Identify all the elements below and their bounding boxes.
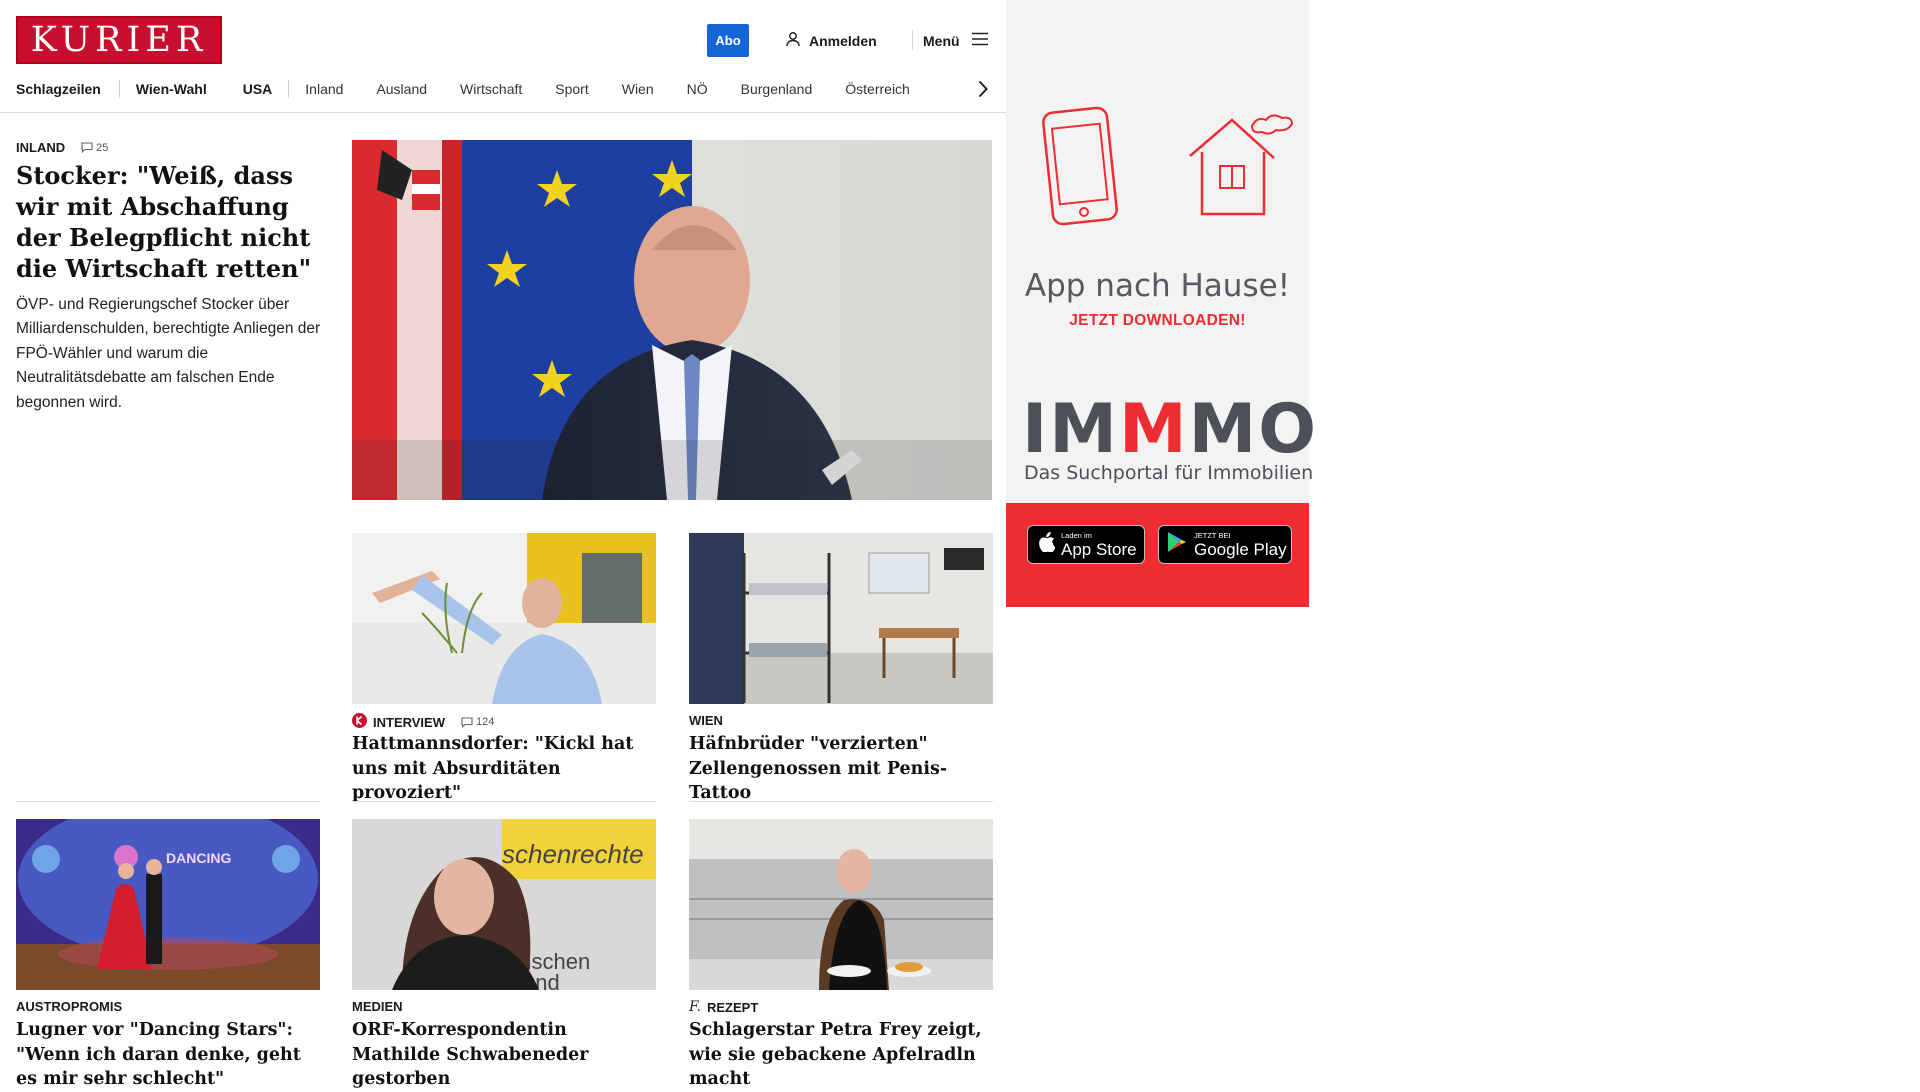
- nav-item-schlagzeilen[interactable]: Schlagzeilen: [16, 81, 101, 97]
- header-divider: [912, 30, 913, 50]
- article-kicker-2: WIEN: [689, 713, 723, 728]
- house-icon: [1182, 106, 1302, 227]
- section-nav: Schlagzeilen Wien-Wahl USA Inland Auslan…: [16, 76, 910, 102]
- nav-item-wirtschaft[interactable]: Wirtschaft: [460, 81, 522, 97]
- article-category-3[interactable]: AUSTROPROMIS: [16, 999, 122, 1014]
- abo-button[interactable]: Abo: [707, 24, 749, 57]
- nav-item-ausland[interactable]: Ausland: [376, 81, 427, 97]
- google-play-button[interactable]: JETZT BEI Google Play: [1158, 525, 1292, 564]
- article-image-schwabeneder[interactable]: schenrechte enschen i und: [352, 819, 656, 990]
- lead-kicker: INLAND 25: [16, 140, 108, 155]
- lead-category[interactable]: INLAND: [16, 140, 65, 155]
- article-kicker-3: AUSTROPROMIS: [16, 999, 122, 1014]
- user-icon: [785, 31, 801, 50]
- lead-teaser: ÖVP- und Regierungschef Stocker über Mil…: [16, 296, 321, 411]
- nav-scroll-right-button[interactable]: [972, 76, 994, 102]
- article-headline-1[interactable]: Hattmannsdorfer: "Kickl hat uns mit Absu…: [352, 732, 657, 806]
- article-kicker-4: MEDIEN: [352, 999, 403, 1014]
- poster-text: schenrechte: [502, 839, 644, 869]
- phone-icon: [1042, 106, 1122, 233]
- ad-headline: App nach Hause!: [1024, 268, 1291, 304]
- hamburger-icon: [971, 32, 988, 49]
- kurier-plus-icon: [352, 713, 367, 731]
- article-divider: [352, 801, 656, 802]
- nav-item-burgenland[interactable]: Burgenland: [741, 81, 813, 97]
- article-headline-2[interactable]: Häfnbrüder "verzierten" Zellengenossen m…: [689, 732, 994, 806]
- article-headline-4[interactable]: ORF-Korrespondentin Mathilde Schwabenede…: [352, 1018, 657, 1092]
- article-image-petra-frey[interactable]: [689, 819, 993, 990]
- nav-divider: [288, 80, 290, 98]
- article-kicker-1: INTERVIEW 124: [352, 713, 494, 731]
- lead-headline[interactable]: Stocker: "Weiß, dass wir mit Abschaffung…: [16, 160, 316, 284]
- nav-item-inland[interactable]: Inland: [305, 81, 343, 97]
- nav-item-oesterreich[interactable]: Österreich: [845, 81, 910, 97]
- nav-item-wien[interactable]: Wien: [622, 81, 654, 97]
- comment-icon: [461, 716, 473, 728]
- app-store-small: Laden im: [1061, 530, 1092, 540]
- article-divider: [16, 801, 320, 802]
- menu-label: Menü: [923, 32, 960, 49]
- nav-divider-line: [0, 112, 1006, 113]
- apple-icon: [1037, 532, 1056, 557]
- lead-image[interactable]: [352, 140, 992, 500]
- nav-item-wien-wahl[interactable]: Wien-Wahl: [136, 81, 207, 97]
- article-comment-number-1: 124: [476, 716, 495, 728]
- article-image-hattmannsdorfer[interactable]: [352, 533, 656, 704]
- freizeit-icon: f.: [689, 999, 701, 1015]
- login-button[interactable]: Anmelden: [785, 24, 877, 57]
- app-store-button[interactable]: Laden im App Store: [1027, 525, 1145, 564]
- menu-button[interactable]: Menü: [923, 24, 988, 57]
- article-divider: [689, 801, 993, 802]
- article-comment-count-1[interactable]: 124: [461, 716, 494, 728]
- article-headline-5[interactable]: Schlagerstar Petra Frey zeigt, wie sie g…: [689, 1018, 994, 1092]
- app-store-label: App Store: [1061, 539, 1137, 559]
- article-image-dancing-stars[interactable]: DANCING: [16, 819, 320, 990]
- google-play-label: Google Play: [1194, 539, 1287, 559]
- lead-comment-count[interactable]: 25: [81, 142, 108, 154]
- nav-item-noe[interactable]: NÖ: [687, 81, 708, 97]
- login-label: Anmelden: [809, 32, 877, 49]
- kurier-logo[interactable]: KURIER: [16, 16, 222, 64]
- chevron-right-icon: [978, 80, 988, 98]
- nav-item-sport[interactable]: Sport: [555, 81, 588, 97]
- lead-comment-number: 25: [96, 141, 109, 154]
- article-kicker-5: f. REZEPT: [689, 999, 758, 1015]
- article-headline-3[interactable]: Lugner vor "Dancing Stars": "Wenn ich da…: [16, 1018, 321, 1092]
- article-category-5[interactable]: REZEPT: [707, 1000, 758, 1015]
- immmo-logo: IMMMO: [1022, 390, 1319, 469]
- dancing-stars-logo: DANCING: [166, 850, 231, 866]
- ad-cta[interactable]: JETZT DOWNLOADEN!: [1006, 312, 1309, 330]
- article-category-4[interactable]: MEDIEN: [352, 999, 403, 1014]
- immmo-tagline: Das Suchportal für Immobilien: [1024, 462, 1314, 484]
- article-image-haefn[interactable]: [689, 533, 993, 704]
- google-play-icon: [1167, 531, 1187, 558]
- nav-item-usa[interactable]: USA: [243, 81, 273, 97]
- nav-divider: [118, 80, 120, 98]
- article-category-1[interactable]: INTERVIEW: [373, 715, 445, 730]
- article-category-2[interactable]: WIEN: [689, 713, 723, 728]
- google-play-small: JETZT BEI: [1194, 530, 1231, 540]
- comment-icon: [81, 142, 93, 153]
